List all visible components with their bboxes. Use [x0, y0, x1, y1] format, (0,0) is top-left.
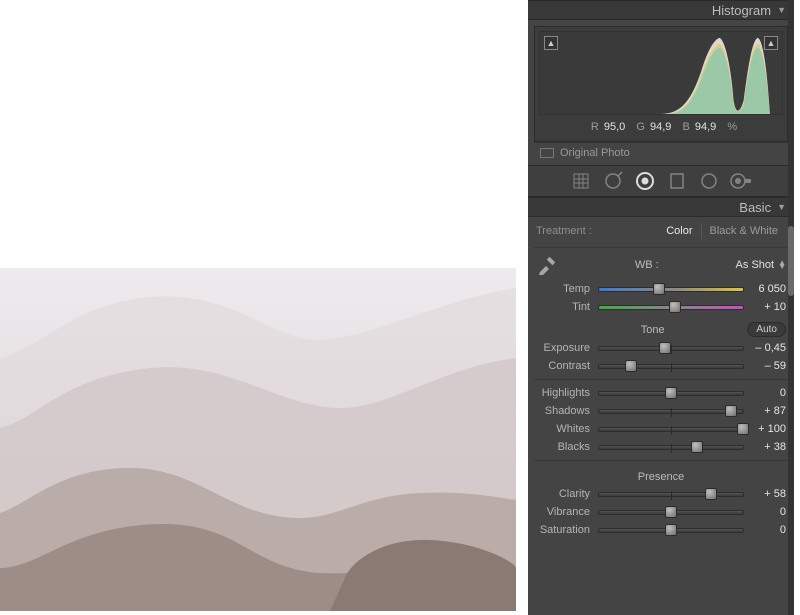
blacks-label: Blacks [536, 441, 598, 453]
contrast-value[interactable]: – 59 [744, 360, 786, 372]
g-value: 94,9 [650, 121, 671, 133]
clarity-value[interactable]: + 58 [744, 488, 786, 500]
shadows-value[interactable]: + 87 [744, 405, 786, 417]
preview-mountains [0, 268, 516, 611]
vibrance-label: Vibrance [536, 506, 598, 518]
histogram-frame: ▲ ▲ R 95,0 G 94,9 B 94,9 % [534, 26, 788, 142]
vibrance-slider[interactable]: Vibrance 0 [528, 503, 794, 521]
chevron-down-icon: ▼ [777, 5, 786, 15]
treatment-color[interactable]: Color [658, 223, 700, 239]
pct-unit: % [727, 121, 737, 133]
b-value: 94,9 [695, 121, 716, 133]
adjustment-brush-icon[interactable] [730, 170, 752, 192]
blacks-value[interactable]: + 38 [744, 441, 786, 453]
graduated-filter-icon[interactable] [666, 170, 688, 192]
shadows-slider[interactable]: Shadows + 87 [528, 402, 794, 420]
divider [534, 247, 788, 248]
wb-preset-select[interactable]: As Shot ▲▼ [736, 259, 786, 271]
presence-title: Presence [536, 471, 786, 483]
redeye-tool-icon[interactable] [634, 170, 656, 192]
radial-filter-icon[interactable] [698, 170, 720, 192]
tone-title: Tone [558, 324, 747, 336]
histogram-plot [540, 32, 782, 114]
highlights-label: Highlights [536, 387, 598, 399]
contrast-slider[interactable]: Contrast – 59 [528, 357, 794, 375]
original-photo-row[interactable]: Original Photo [534, 142, 788, 163]
temp-label: Temp [536, 283, 598, 295]
rgb-readout: R 95,0 G 94,9 B 94,9 % [539, 115, 783, 137]
histogram-canvas[interactable]: ▲ ▲ [539, 31, 783, 115]
divider [534, 460, 788, 461]
basic-header[interactable]: Basic ▼ [528, 197, 794, 217]
spot-removal-icon[interactable] [602, 170, 624, 192]
panel-scrollbar-track[interactable] [788, 0, 794, 615]
exposure-label: Exposure [536, 342, 598, 354]
auto-tone-button[interactable]: Auto [747, 322, 786, 337]
histogram-title: Histogram [712, 3, 771, 18]
tint-label: Tint [536, 301, 598, 313]
wb-label: WB : [564, 259, 730, 271]
shadows-label: Shadows [536, 405, 598, 417]
whites-slider[interactable]: Whites + 100 [528, 420, 794, 438]
exposure-slider[interactable]: Exposure – 0,45 [528, 339, 794, 357]
clarity-label: Clarity [536, 488, 598, 500]
wb-preset-value: As Shot [736, 259, 775, 271]
develop-panel: Histogram ▼ ▲ ▲ R 95,0 G 94,9 B 94,9 [528, 0, 794, 615]
updown-icon: ▲▼ [778, 261, 786, 269]
saturation-value[interactable]: 0 [744, 524, 786, 536]
saturation-slider[interactable]: Saturation 0 [528, 521, 794, 539]
blacks-slider[interactable]: Blacks + 38 [528, 438, 794, 456]
panel-scrollbar-thumb[interactable] [788, 226, 794, 296]
saturation-label: Saturation [536, 524, 598, 536]
histogram-section: ▲ ▲ R 95,0 G 94,9 B 94,9 % Original Phot… [528, 20, 794, 165]
exposure-value[interactable]: – 0,45 [744, 342, 786, 354]
g-label: G [636, 121, 645, 133]
whites-value[interactable]: + 100 [744, 423, 786, 435]
white-balance-row: WB : As Shot ▲▼ [528, 252, 794, 280]
highlights-slider[interactable]: Highlights 0 [528, 384, 794, 402]
shadow-clipping-toggle[interactable]: ▲ [544, 36, 558, 50]
chevron-down-icon: ▼ [777, 202, 786, 212]
treatment-bw[interactable]: Black & White [702, 223, 786, 239]
temp-slider[interactable]: Temp 6 050 [528, 280, 794, 298]
temp-value[interactable]: 6 050 [744, 283, 786, 295]
highlight-clipping-toggle[interactable]: ▲ [764, 36, 778, 50]
basic-title: Basic [739, 200, 771, 215]
highlights-value[interactable]: 0 [744, 387, 786, 399]
tint-slider[interactable]: Tint + 10 [528, 298, 794, 316]
image-preview [0, 268, 516, 611]
contrast-label: Contrast [536, 360, 598, 372]
vibrance-value[interactable]: 0 [744, 506, 786, 518]
presence-header: Presence [528, 465, 794, 485]
eyedropper-icon[interactable] [536, 254, 558, 276]
crop-tool-icon[interactable] [570, 170, 592, 192]
original-photo-icon [540, 148, 554, 158]
tone-header: Tone Auto [528, 316, 794, 339]
whites-label: Whites [536, 423, 598, 435]
tint-value[interactable]: + 10 [744, 301, 786, 313]
r-label: R [591, 121, 599, 133]
r-value: 95,0 [604, 121, 625, 133]
tool-strip [528, 165, 794, 197]
divider [534, 379, 788, 380]
treatment-label: Treatment : [536, 225, 592, 237]
original-photo-label: Original Photo [560, 147, 630, 159]
clarity-slider[interactable]: Clarity + 58 [528, 485, 794, 503]
treatment-row: Treatment : Color Black & White [528, 217, 794, 243]
histogram-header[interactable]: Histogram ▼ [528, 0, 794, 20]
b-label: B [682, 121, 689, 133]
